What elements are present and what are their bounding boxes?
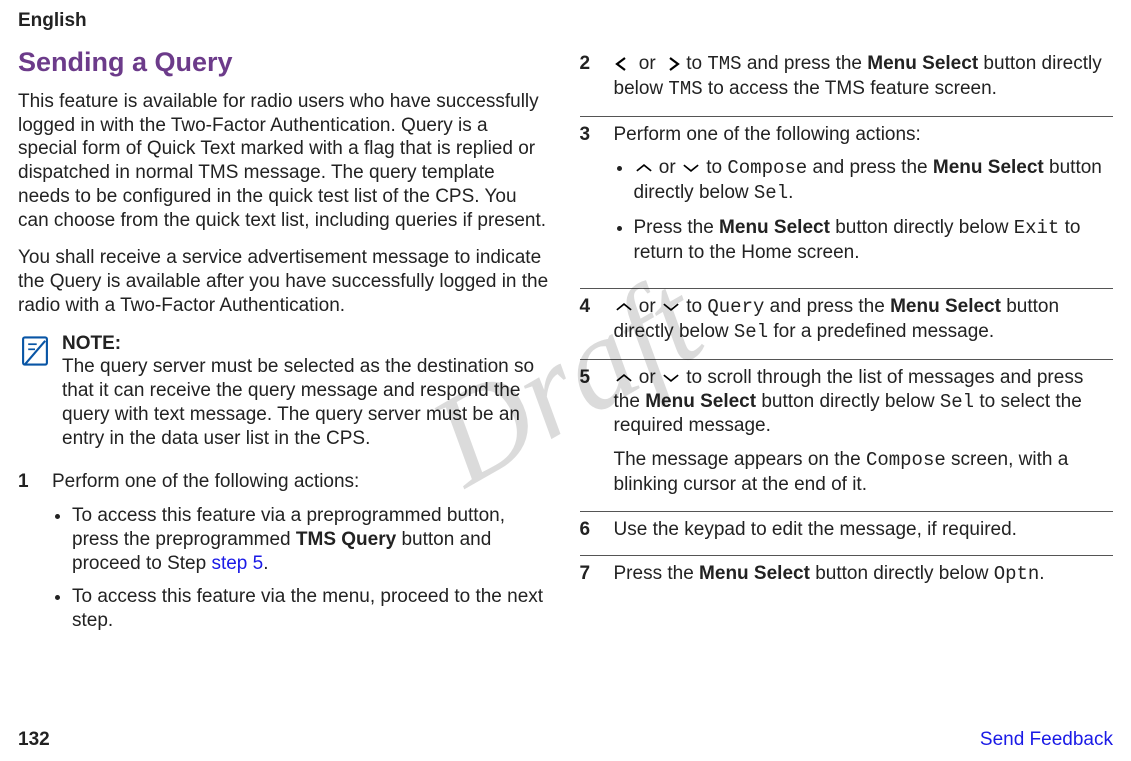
left-arrow-icon bbox=[614, 52, 634, 76]
step-1-intro: Perform one of the following actions: bbox=[52, 471, 359, 492]
step-3: 3 Perform one of the following actions: … bbox=[580, 116, 1114, 275]
note-text: The query server must be selected as the… bbox=[62, 356, 534, 448]
step-number: 1 bbox=[18, 470, 38, 643]
up-arrow-icon bbox=[614, 366, 634, 390]
note-label: NOTE: bbox=[62, 332, 552, 356]
down-arrow-icon bbox=[661, 366, 681, 390]
page-number: 132 bbox=[18, 729, 50, 751]
intro-paragraph-1: This feature is available for radio user… bbox=[18, 90, 552, 233]
up-arrow-icon bbox=[614, 295, 634, 319]
down-arrow-icon bbox=[661, 295, 681, 319]
page-title: Sending a Query bbox=[18, 46, 552, 80]
step-1: 1 Perform one of the following actions: … bbox=[18, 464, 552, 643]
step-7: 7 Press the Menu Select button directly … bbox=[580, 555, 1114, 587]
step-3-bullet-2: Press the Menu Select button directly be… bbox=[634, 216, 1114, 265]
step-number: 6 bbox=[580, 518, 600, 542]
step-number: 4 bbox=[580, 295, 600, 345]
note-icon bbox=[18, 334, 52, 451]
send-feedback-link[interactable]: Send Feedback bbox=[980, 729, 1113, 751]
left-column: Sending a Query This feature is availabl… bbox=[18, 46, 552, 657]
step-1-bullet-2: To access this feature via the menu, pro… bbox=[72, 585, 552, 633]
intro-paragraph-2: You shall receive a service advertisemen… bbox=[18, 246, 552, 317]
down-arrow-icon bbox=[681, 156, 701, 180]
step-number: 5 bbox=[580, 366, 600, 497]
step-1-bullet-1: To access this feature via a preprogramm… bbox=[72, 504, 552, 575]
step-5-link[interactable]: step 5 bbox=[211, 553, 263, 574]
step-number: 2 bbox=[580, 52, 600, 102]
up-arrow-icon bbox=[634, 156, 654, 180]
step-6: 6 Use the keypad to edit the message, if… bbox=[580, 511, 1114, 542]
right-arrow-icon bbox=[661, 52, 681, 76]
step-number: 7 bbox=[580, 562, 600, 587]
language-label: English bbox=[18, 10, 1113, 32]
step-number: 3 bbox=[580, 123, 600, 275]
step-3-bullet-1: or to Compose and press the Menu Select … bbox=[634, 156, 1114, 206]
note-block: NOTE: The query server must be selected … bbox=[18, 332, 552, 451]
step-4: 4 or to Query and press the Menu Select … bbox=[580, 288, 1114, 345]
step-5: 5 or to scroll through the list of messa… bbox=[580, 359, 1114, 497]
step-2: 2 or to TMS and press the Menu Select bu… bbox=[580, 46, 1114, 102]
right-column: 2 or to TMS and press the Menu Select bu… bbox=[580, 46, 1114, 657]
